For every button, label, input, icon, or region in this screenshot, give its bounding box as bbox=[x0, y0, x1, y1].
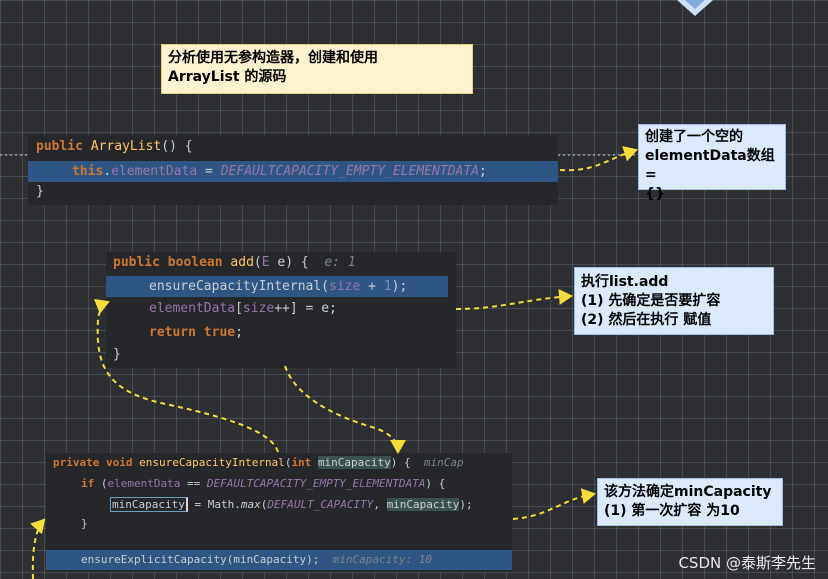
arrow-add-note bbox=[455, 288, 573, 310]
watermark: CSDN @泰斯李先生 bbox=[678, 554, 816, 572]
arrow-constructor-note bbox=[559, 146, 638, 172]
arrow-ensure-note bbox=[512, 488, 596, 520]
arrow-left-incoming bbox=[30, 518, 46, 579]
connector-arrows bbox=[0, 146, 638, 579]
arrow-call-to-method bbox=[284, 365, 406, 454]
arrow-return-to-add bbox=[93, 299, 279, 453]
